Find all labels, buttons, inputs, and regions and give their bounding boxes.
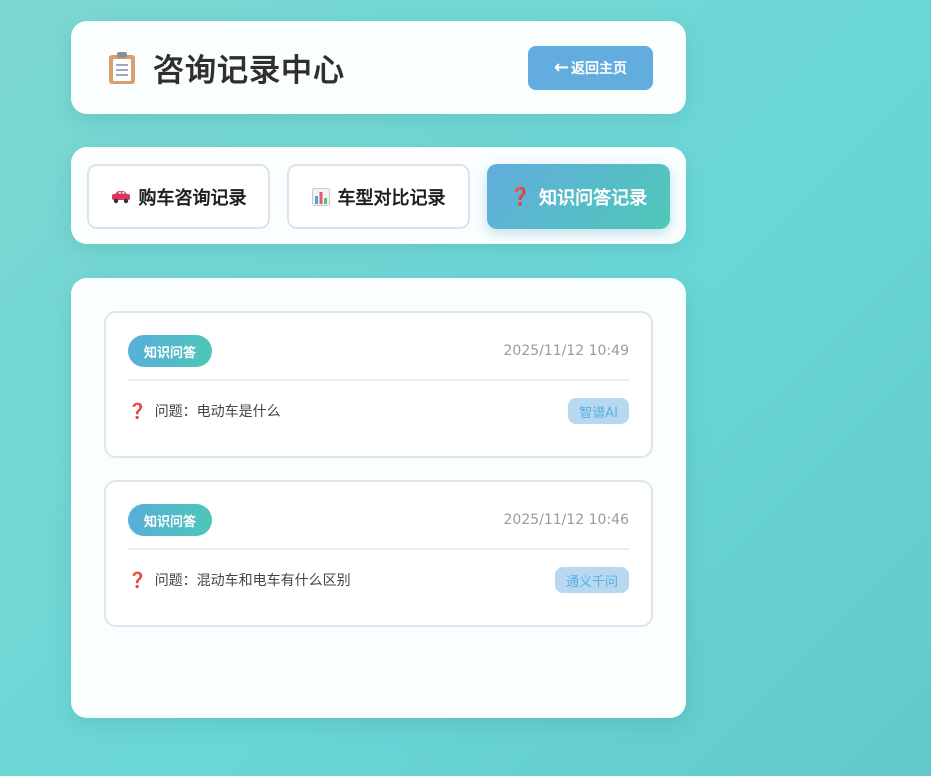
divider — [128, 379, 629, 381]
arrow-left-icon: ← — [553, 57, 570, 78]
header-card: 咨询记录中心 ← 返回主页 — [71, 21, 686, 114]
back-home-label: 返回主页 — [571, 61, 628, 77]
divider — [128, 548, 629, 550]
clipboard-icon — [109, 51, 135, 84]
bar-chart-icon — [311, 187, 330, 206]
model-tag: 通义千问 — [554, 567, 629, 593]
tab-label: 购车咨询记录 — [138, 187, 247, 209]
back-home-button[interactable]: ← 返回主页 — [528, 46, 653, 90]
tab-qa-records[interactable]: ❓ 知识问答记录 — [487, 164, 670, 229]
record-question: ❓ 问题：电动车是什么 — [128, 401, 281, 421]
record-question: ❓ 问题：混动车和电车有什么区别 — [128, 570, 351, 590]
car-icon — [111, 190, 131, 204]
question-icon: ❓ — [509, 186, 532, 207]
question-icon: ❓ — [128, 571, 147, 589]
tab-label: 车型对比记录 — [337, 187, 446, 209]
question-text: 问题：电动车是什么 — [154, 404, 281, 420]
tab-label: 知识问答记录 — [539, 187, 648, 209]
title-wrap: 咨询记录中心 — [109, 21, 345, 114]
tab-bar: 购车咨询记录 车型对比记录 ❓ 知识问答记录 — [71, 147, 686, 244]
tab-comparison-records[interactable]: 车型对比记录 — [287, 164, 470, 229]
category-badge: 知识问答 — [128, 335, 212, 367]
record-item[interactable]: 知识问答 2025/11/12 10:46 ❓ 问题：混动车和电车有什么区别 通… — [104, 480, 653, 627]
question-icon: ❓ — [128, 402, 147, 420]
record-item[interactable]: 知识问答 2025/11/12 10:49 ❓ 问题：电动车是什么 智谱AI — [104, 311, 653, 458]
question-text: 问题：混动车和电车有什么区别 — [154, 573, 351, 589]
category-badge: 知识问答 — [128, 504, 212, 536]
page-title: 咨询记录中心 — [153, 53, 345, 89]
record-timestamp: 2025/11/12 10:49 — [503, 343, 630, 359]
tab-purchase-records[interactable]: 购车咨询记录 — [87, 164, 270, 229]
records-list: 知识问答 2025/11/12 10:49 ❓ 问题：电动车是什么 智谱AI 知… — [71, 278, 686, 718]
record-timestamp: 2025/11/12 10:46 — [503, 512, 630, 528]
model-tag: 智谱AI — [568, 398, 629, 424]
